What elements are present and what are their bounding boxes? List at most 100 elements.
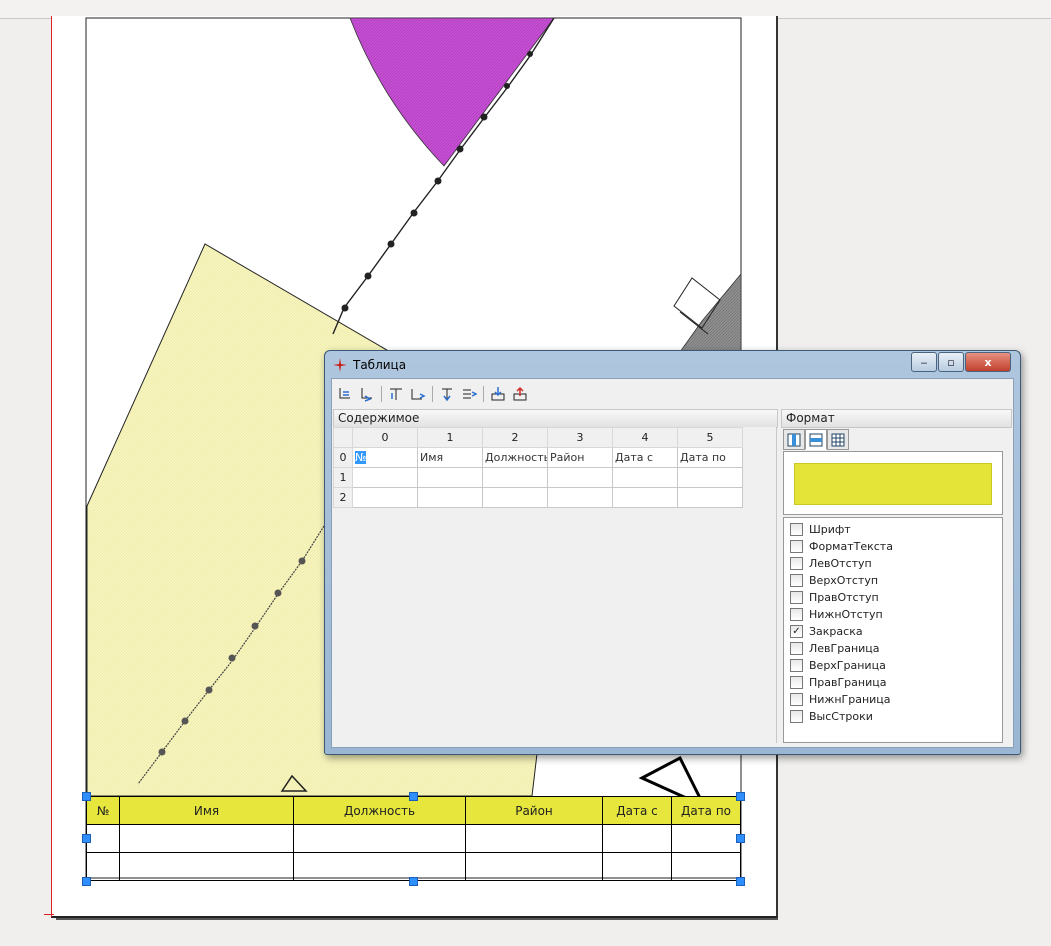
content-panel-header: Содержимое <box>333 409 778 428</box>
minimize-button[interactable]: ‒ <box>911 352 937 372</box>
checkbox[interactable] <box>790 557 803 570</box>
checkbox[interactable] <box>790 574 803 587</box>
property-checkbox-row[interactable]: ✓ Закраска <box>790 623 863 640</box>
grid-cell[interactable] <box>352 487 418 508</box>
grid-header-row: 0 1 2 3 4 5 <box>333 427 743 448</box>
grid-cell[interactable] <box>417 487 483 508</box>
grid-cell-selected[interactable]: № <box>352 447 418 468</box>
column-format-icon <box>787 433 801 446</box>
grid-cell[interactable] <box>482 487 548 508</box>
grid-row: 2 <box>333 487 743 508</box>
grid-cell[interactable] <box>482 467 548 488</box>
grid-row-header[interactable]: 1 <box>333 467 353 488</box>
grid-cell[interactable] <box>547 487 613 508</box>
grid-col-header[interactable]: 3 <box>547 427 613 448</box>
grid-cell[interactable]: Имя <box>417 447 483 468</box>
grid-col-header[interactable]: 1 <box>417 427 483 448</box>
tab-cell-format[interactable] <box>827 429 849 450</box>
resize-handle-bottom-left[interactable] <box>82 877 91 886</box>
resize-handle-top-right[interactable] <box>736 792 745 801</box>
tab-row-format[interactable] <box>805 429 827 450</box>
grid-cell[interactable]: Дата по <box>677 447 743 468</box>
checkbox[interactable] <box>790 659 803 672</box>
grid-col-header[interactable]: 2 <box>482 427 548 448</box>
import-icon[interactable] <box>488 384 508 404</box>
close-button[interactable]: x <box>965 352 1011 372</box>
property-checkbox-row[interactable]: НижнОтступ <box>790 606 883 623</box>
checkbox[interactable] <box>790 710 803 723</box>
resize-handle-bottom-right[interactable] <box>736 877 745 886</box>
property-label: ПравГраница <box>809 676 887 689</box>
content-grid[interactable]: 0 1 2 3 4 5 0 № Имя Должность Район Дата… <box>333 427 743 508</box>
checkbox-checked[interactable]: ✓ <box>790 625 803 638</box>
fill-color-swatch[interactable] <box>794 463 992 505</box>
export-icon[interactable] <box>510 384 530 404</box>
grid-cell[interactable] <box>677 487 743 508</box>
maximize-button[interactable]: ▫ <box>938 352 964 372</box>
maximize-icon: ▫ <box>947 355 955 369</box>
grid-cell[interactable] <box>612 467 678 488</box>
grid-cell[interactable]: Должность <box>482 447 548 468</box>
dialog-body: Содержимое Формат 0 1 2 3 4 5 0 № Имя До… <box>331 378 1014 748</box>
insert-row-above-icon[interactable] <box>335 384 355 404</box>
minimize-icon: ‒ <box>920 355 928 369</box>
print-header-cell: Район <box>465 796 603 825</box>
grey-building <box>679 272 742 353</box>
grid-col-header[interactable]: 5 <box>677 427 743 448</box>
property-checkbox-row[interactable]: Шрифт <box>790 521 851 538</box>
property-checkbox-row[interactable]: ФорматТекста <box>790 538 893 555</box>
dialog-toolbar <box>335 383 530 405</box>
property-checkbox-row[interactable]: ВысСтроки <box>790 708 873 725</box>
resize-handle-bottom[interactable] <box>409 877 418 886</box>
print-table[interactable]: № Имя Должность Район Дата с Дата по <box>86 796 741 881</box>
table-dialog[interactable]: Таблица ‒ ▫ x Содержимое Формат 0 1 2 3 … <box>324 350 1021 755</box>
format-panel-header: Формат <box>781 409 1012 428</box>
content-panel: 0 1 2 3 4 5 0 № Имя Должность Район Дата… <box>333 427 777 743</box>
grid-row-header[interactable]: 2 <box>333 487 353 508</box>
resize-handle-top[interactable] <box>409 792 418 801</box>
grid-cell[interactable] <box>417 467 483 488</box>
dialog-title: Таблица <box>353 358 407 372</box>
print-header-cell: № <box>86 796 120 825</box>
checkbox[interactable] <box>790 676 803 689</box>
color-preview-box <box>783 451 1003 515</box>
checkbox[interactable] <box>790 642 803 655</box>
property-label: ФорматТекста <box>809 540 893 553</box>
grid-cell[interactable] <box>612 487 678 508</box>
format-properties-list: Шрифт ФорматТекста ЛевОтступ ВерхОтступ Прав… <box>783 517 1003 743</box>
property-checkbox-row[interactable]: ПравОтступ <box>790 589 879 606</box>
grid-col-header[interactable]: 0 <box>352 427 418 448</box>
grid-cell[interactable] <box>547 467 613 488</box>
property-checkbox-row[interactable]: ЛевГраница <box>790 640 880 657</box>
resize-handle-right[interactable] <box>736 834 745 843</box>
resize-handle-left[interactable] <box>82 834 91 843</box>
table-app-icon <box>333 358 347 372</box>
insert-col-left-icon[interactable] <box>386 384 406 404</box>
property-checkbox-row[interactable]: ПравГраница <box>790 674 886 691</box>
property-checkbox-row[interactable]: НижнГраница <box>790 691 891 708</box>
property-label: ПравОтступ <box>809 591 879 604</box>
checkbox[interactable] <box>790 540 803 553</box>
property-checkbox-row[interactable]: ЛевОтступ <box>790 555 872 572</box>
grid-cell[interactable] <box>677 467 743 488</box>
insert-col-right-icon[interactable] <box>408 384 428 404</box>
grid-col-header[interactable]: 4 <box>612 427 678 448</box>
grid-row-header[interactable]: 0 <box>333 447 353 468</box>
insert-row-below-icon[interactable] <box>357 384 377 404</box>
resize-handle-top-left[interactable] <box>82 792 91 801</box>
property-checkbox-row[interactable]: ВерхГраница <box>790 657 886 674</box>
checkbox[interactable] <box>790 608 803 621</box>
grid-row: 0 № Имя Должность Район Дата с Дата по <box>333 447 743 468</box>
grid-cell[interactable] <box>352 467 418 488</box>
checkbox[interactable] <box>790 693 803 706</box>
delete-col-icon[interactable] <box>459 384 479 404</box>
print-table-row <box>86 824 741 853</box>
grid-cell[interactable]: Район <box>547 447 613 468</box>
grid-cell[interactable]: Дата с <box>612 447 678 468</box>
checkbox[interactable] <box>790 591 803 604</box>
delete-row-icon[interactable] <box>437 384 457 404</box>
property-label: Закраска <box>809 625 863 638</box>
property-checkbox-row[interactable]: ВерхОтступ <box>790 572 878 589</box>
tab-column-format[interactable] <box>783 429 805 450</box>
checkbox[interactable] <box>790 523 803 536</box>
